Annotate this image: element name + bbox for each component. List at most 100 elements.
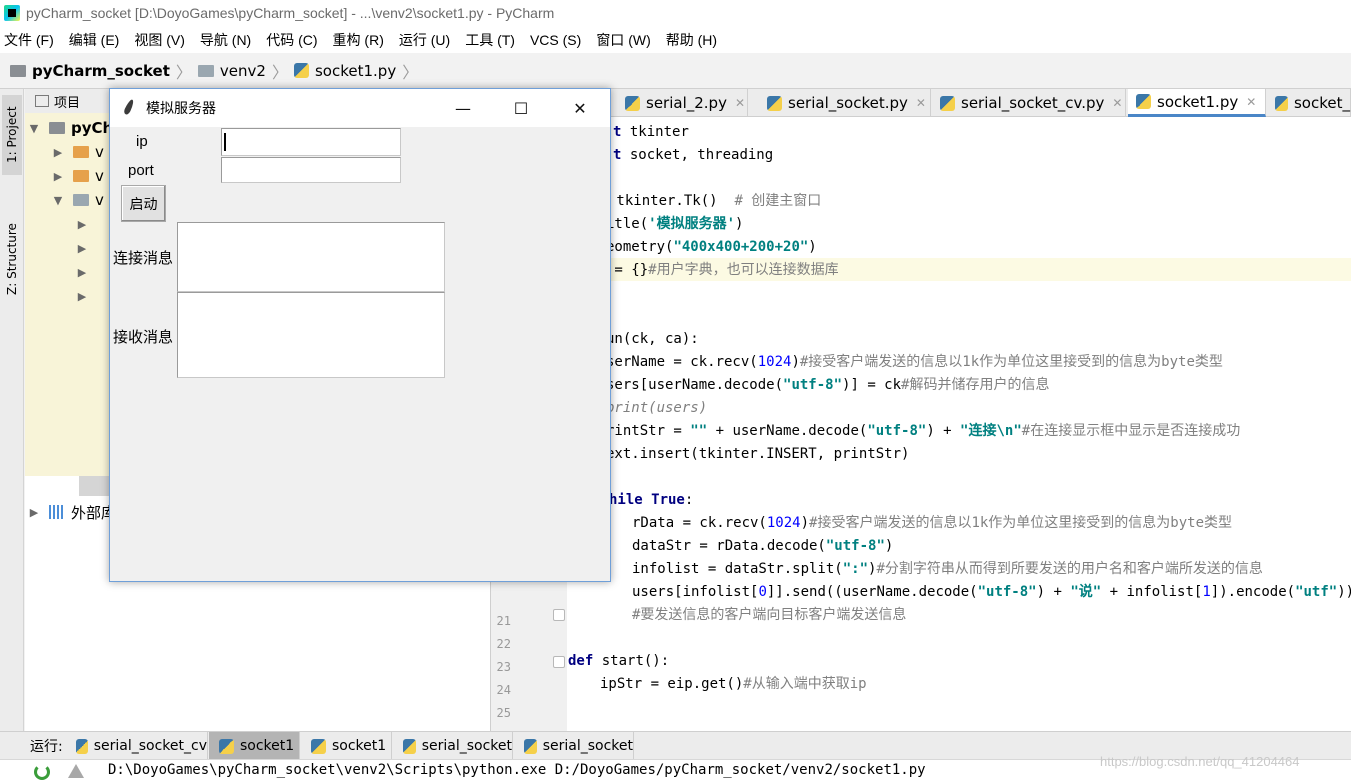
rerun-icon[interactable] xyxy=(34,764,50,780)
code-line[interactable]: rintStr = "" + userName.decode("utf-8") … xyxy=(606,420,1240,443)
tab-serial-socket-cv[interactable]: serial_socket_cv.py ✕ xyxy=(932,89,1126,117)
arrow-up-icon[interactable] xyxy=(68,764,84,778)
fold-marker-icon[interactable] xyxy=(553,656,565,668)
run-tab-serial-socket-2[interactable]: serial_socket xyxy=(514,732,634,760)
line-number: 22 xyxy=(496,637,511,651)
menu-code[interactable]: 代码 (C) xyxy=(266,30,317,50)
tree-external-libraries[interactable]: ▶ 外部库 xyxy=(27,501,116,523)
tool-tab-structure[interactable]: Z: Structure xyxy=(2,209,22,309)
close-button[interactable]: ✕ xyxy=(551,89,609,127)
menu-navigate[interactable]: 导航 (N) xyxy=(200,30,251,50)
menu-run[interactable]: 运行 (U) xyxy=(399,30,450,50)
tk-title-bar[interactable]: 模拟服务器 — ☐ ✕ xyxy=(110,89,610,127)
folder-icon xyxy=(73,170,89,182)
run-tab-serial-socket-cv[interactable]: serial_socket_cv xyxy=(66,732,208,760)
close-icon[interactable]: ✕ xyxy=(735,96,745,110)
breadcrumb-project[interactable]: pyCharm_socket xyxy=(10,62,170,80)
text-cursor xyxy=(224,133,226,151)
tree-item[interactable]: ▶ v xyxy=(51,165,104,187)
python-file-icon xyxy=(293,63,309,78)
folder-icon xyxy=(73,194,89,206)
python-file-icon xyxy=(1275,95,1288,111)
tk-app-window: 模拟服务器 — ☐ ✕ ip port 启动 连接消息 接收消息 xyxy=(109,88,611,582)
code-line[interactable]: eometry("400x400+200+20") xyxy=(606,236,817,259)
code-line[interactable]: tkinter.Tk() # 创建主窗口 xyxy=(608,190,821,213)
code-line[interactable]: t socket, threading xyxy=(613,144,773,167)
tree-item[interactable]: ▶ xyxy=(75,237,97,259)
code-line[interactable]: itle('模拟服务器') xyxy=(606,213,743,236)
python-file-icon xyxy=(403,738,416,754)
ip-input[interactable] xyxy=(221,128,401,156)
folder-icon xyxy=(49,122,65,134)
menu-file[interactable]: 文件 (F) xyxy=(4,30,54,50)
window-title: pyCharm_socket [D:\DoyoGames\pyCharm_soc… xyxy=(26,5,555,21)
tree-item[interactable]: ▶ xyxy=(75,213,97,235)
chevron-right-icon: ▶ xyxy=(77,241,87,255)
line-number: 24 xyxy=(496,683,511,697)
port-input[interactable] xyxy=(221,157,401,183)
code-line[interactable]: hile True: xyxy=(609,489,693,512)
close-icon[interactable]: ✕ xyxy=(1246,95,1256,109)
tab-serial-socket[interactable]: serial_socket.py ✕ xyxy=(759,89,931,117)
ip-label: ip xyxy=(136,133,148,150)
code-line[interactable]: rData = ck.recv(1024)#接受客户端发送的信息以1k作为单位这… xyxy=(632,512,1232,535)
run-tab-socket1[interactable]: socket1 xyxy=(209,732,300,760)
chevron-down-icon: ▼ xyxy=(53,193,63,207)
tk-window-title: 模拟服务器 xyxy=(146,101,216,117)
code-editor: serial_2.py ✕ serial_socket.py ✕ serial_so… xyxy=(491,89,1351,731)
tab-serial-2[interactable]: serial_2.py ✕ xyxy=(617,89,748,117)
code-line[interactable]: print(users) xyxy=(606,397,707,420)
menu-vcs[interactable]: VCS (S) xyxy=(530,32,581,48)
menu-window[interactable]: 窗口 (W) xyxy=(596,30,650,50)
code-line[interactable]: infolist = dataStr.split(":")#分割字符串从而得到所… xyxy=(632,558,1263,581)
start-button[interactable]: 启动 xyxy=(121,185,166,222)
tree-item[interactable]: ▼ v xyxy=(51,189,104,211)
tree-item[interactable]: ▶ v xyxy=(51,141,104,163)
left-tool-strip: 1: Project Z: Structure xyxy=(0,89,24,731)
watermark: https://blog.csdn.net/qq_41204464 xyxy=(1100,754,1300,769)
run-tab-serial-socket[interactable]: serial_socket xyxy=(393,732,513,760)
python-file-icon xyxy=(625,95,640,111)
menu-view[interactable]: 视图 (V) xyxy=(134,30,185,50)
library-icon xyxy=(49,505,65,519)
code-line[interactable]: def start(): xyxy=(568,650,669,673)
close-icon[interactable]: ✕ xyxy=(916,96,926,110)
tree-item[interactable]: ▶ xyxy=(75,285,97,307)
menu-edit[interactable]: 编辑 (E) xyxy=(69,30,120,50)
breadcrumb-file[interactable]: socket1.py xyxy=(293,62,396,80)
code-line[interactable]: un(ck, ca): xyxy=(606,328,699,351)
menu-tools[interactable]: 工具 (T) xyxy=(465,30,515,50)
code-line[interactable]: dataStr = rData.decode("utf-8") xyxy=(632,535,893,558)
menu-help[interactable]: 帮助 (H) xyxy=(666,30,717,50)
code-line[interactable]: ext.insert(tkinter.INSERT, printStr) xyxy=(606,443,909,466)
chevron-right-icon: ▶ xyxy=(77,265,87,279)
code-line[interactable]: t tkinter xyxy=(613,121,689,144)
maximize-button[interactable]: ☐ xyxy=(492,89,550,127)
connect-text[interactable] xyxy=(177,222,445,292)
run-tab-socket1-2[interactable]: socket1 xyxy=(301,732,392,760)
fold-marker-icon[interactable] xyxy=(553,609,565,621)
feather-icon xyxy=(122,99,136,117)
tab-socket-more[interactable]: socket_ xyxy=(1267,89,1351,117)
pycharm-icon xyxy=(4,5,20,21)
console-command: D:\DoyoGames\pyCharm_socket\venv2\Script… xyxy=(108,762,926,778)
tree-root[interactable]: ▼ pyCh xyxy=(27,117,113,139)
port-label: port xyxy=(128,162,154,179)
receive-text[interactable] xyxy=(177,292,445,378)
code-line[interactable]: sers[userName.decode("utf-8")] = ck#解码并储… xyxy=(606,374,1049,397)
line-number: 25 xyxy=(496,706,511,720)
folder-icon xyxy=(10,64,26,77)
code-line[interactable]: ipStr = eip.get()#从输入端中获取ip xyxy=(600,673,867,696)
code-line[interactable]: = {}#用户字典，也可以连接数据库 xyxy=(606,259,838,282)
code-line[interactable]: serName = ck.recv(1024)#接受客户端发送的信息以1k作为单… xyxy=(606,351,1223,374)
tool-tab-project[interactable]: 1: Project xyxy=(2,95,22,175)
tree-item[interactable]: ▶ xyxy=(75,261,97,283)
code-line[interactable]: users[infolist[0]].send((userName.decode… xyxy=(632,581,1351,604)
breadcrumb-folder[interactable]: venv2 xyxy=(197,62,266,80)
close-icon[interactable]: ✕ xyxy=(1112,96,1122,110)
code-line[interactable]: #要发送信息的客户端向目标客户端发送信息 xyxy=(632,604,906,627)
menu-refactor[interactable]: 重构 (R) xyxy=(333,30,384,50)
tab-socket1[interactable]: socket1.py ✕ xyxy=(1128,89,1266,117)
minimize-button[interactable]: — xyxy=(434,89,492,127)
editor-tab-bar: serial_2.py ✕ serial_socket.py ✕ serial_so… xyxy=(491,89,1351,117)
